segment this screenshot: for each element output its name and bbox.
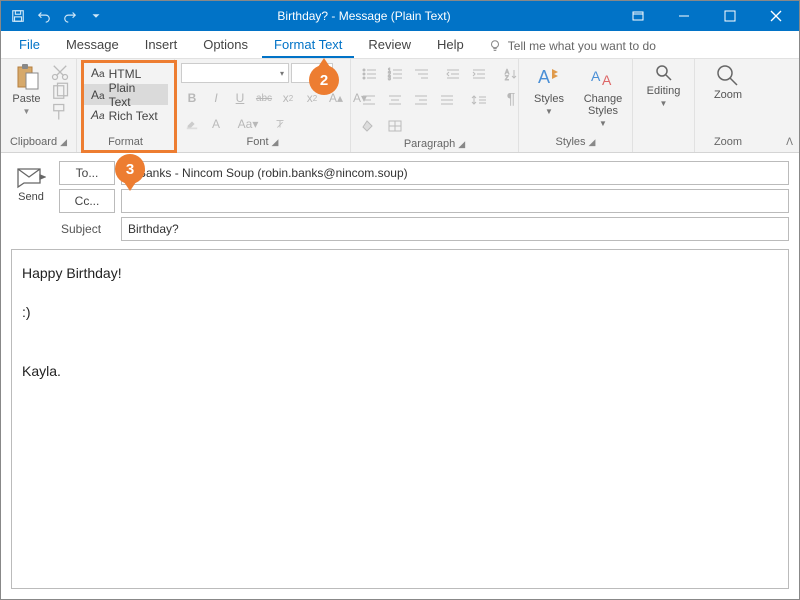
svg-text:Z: Z bbox=[505, 76, 509, 81]
group-font: ▾ ▾ B I U abc x2 x2 A▴ A▾ A Aa▾ bbox=[175, 59, 351, 152]
zoom-button[interactable]: Zoom bbox=[704, 63, 752, 101]
strikethrough-button[interactable]: abc bbox=[253, 87, 275, 109]
shading-button[interactable] bbox=[357, 115, 381, 137]
tab-help[interactable]: Help bbox=[425, 32, 476, 58]
font-launcher-icon[interactable]: ◢ bbox=[272, 137, 279, 148]
tab-format-text[interactable]: Format Text bbox=[262, 32, 354, 58]
cc-field[interactable] bbox=[121, 189, 789, 213]
align-right-button[interactable] bbox=[409, 89, 433, 111]
group-label-paragraph: Paragraph bbox=[404, 138, 455, 150]
paragraph-launcher-icon[interactable]: ◢ bbox=[458, 139, 465, 150]
undo-icon[interactable] bbox=[33, 5, 55, 27]
maximize-icon[interactable] bbox=[707, 1, 753, 31]
decrease-indent-button[interactable] bbox=[441, 63, 465, 85]
quick-access-toolbar bbox=[1, 5, 113, 27]
group-label-zoom: Zoom bbox=[714, 136, 742, 148]
window-title: Birthday? - Message (Plain Text) bbox=[113, 9, 615, 23]
close-icon[interactable] bbox=[753, 1, 799, 31]
format-painter-icon[interactable] bbox=[50, 103, 70, 121]
bold-button[interactable]: B bbox=[181, 87, 203, 109]
send-button[interactable]: Send bbox=[16, 165, 46, 203]
svg-text:A: A bbox=[602, 72, 612, 88]
grow-font-button[interactable]: A▴ bbox=[325, 87, 347, 109]
qat-more-icon[interactable] bbox=[85, 5, 107, 27]
tell-me-placeholder: Tell me what you want to do bbox=[508, 39, 656, 53]
tab-message[interactable]: Message bbox=[54, 32, 131, 58]
group-label-font: Font bbox=[247, 136, 269, 148]
find-icon bbox=[654, 63, 674, 83]
paste-button[interactable]: Paste ▼ bbox=[7, 63, 46, 116]
to-field[interactable]: n Banks - Nincom Soup (robin.banks@ninco… bbox=[121, 161, 789, 185]
group-label-format: Format bbox=[108, 136, 143, 148]
styles-launcher-icon[interactable]: ◢ bbox=[589, 137, 596, 148]
italic-button[interactable]: I bbox=[205, 87, 227, 109]
group-label-clipboard: Clipboard bbox=[10, 136, 57, 148]
tab-file[interactable]: File bbox=[7, 32, 52, 58]
svg-text:A: A bbox=[591, 68, 601, 84]
window-controls bbox=[615, 1, 799, 31]
subject-field[interactable]: Birthday? bbox=[121, 217, 789, 241]
to-button[interactable]: To... bbox=[59, 161, 115, 185]
svg-text:3: 3 bbox=[388, 76, 391, 81]
styles-icon: A bbox=[535, 63, 563, 91]
change-styles-icon: AA bbox=[589, 63, 617, 91]
borders-button[interactable] bbox=[383, 115, 407, 137]
lightbulb-icon bbox=[488, 39, 502, 53]
collapse-ribbon-icon[interactable]: ᐱ bbox=[786, 137, 793, 148]
save-icon[interactable] bbox=[7, 5, 29, 27]
tab-review[interactable]: Review bbox=[356, 32, 423, 58]
highlight-color-button[interactable] bbox=[181, 113, 203, 135]
justify-button[interactable] bbox=[435, 89, 459, 111]
svg-text:A: A bbox=[538, 67, 550, 87]
align-left-button[interactable] bbox=[357, 89, 381, 111]
ribbon-display-icon[interactable] bbox=[615, 1, 661, 31]
group-styles: A Styles▼ AA Change Styles▼ Styles◢ bbox=[519, 59, 633, 152]
minimize-icon[interactable] bbox=[661, 1, 707, 31]
message-body[interactable]: Happy Birthday! :) Kayla. bbox=[11, 249, 789, 589]
paste-icon bbox=[15, 63, 39, 91]
clipboard-launcher-icon[interactable]: ◢ bbox=[60, 137, 67, 148]
group-format: AaHTML AaPlain Text AaRich Text Format bbox=[77, 59, 175, 152]
group-label-styles: Styles bbox=[556, 136, 586, 148]
subscript-button[interactable]: x2 bbox=[277, 87, 299, 109]
multilevel-list-button[interactable] bbox=[409, 63, 433, 85]
bullets-button[interactable] bbox=[357, 63, 381, 85]
group-editing: Editing ▼ . bbox=[633, 59, 695, 152]
tab-options[interactable]: Options bbox=[191, 32, 260, 58]
ribbon: Paste ▼ Clipboard◢ AaHTML AaPlain Text A… bbox=[1, 59, 799, 153]
compose-header: Send To... n Banks - Nincom Soup (robin.… bbox=[1, 153, 799, 241]
format-rich-text-button[interactable]: AaRich Text bbox=[83, 105, 166, 126]
numbering-button[interactable]: 123 bbox=[383, 63, 407, 85]
tell-me-search[interactable]: Tell me what you want to do bbox=[478, 34, 666, 58]
group-zoom: Zoom Zoom bbox=[695, 59, 761, 152]
zoom-icon bbox=[715, 63, 741, 89]
copy-icon[interactable] bbox=[50, 83, 70, 101]
group-paragraph: 123 AZ ¶ Parag bbox=[351, 59, 519, 152]
align-center-button[interactable] bbox=[383, 89, 407, 111]
subject-label: Subject bbox=[59, 217, 115, 241]
group-clipboard: Paste ▼ Clipboard◢ bbox=[1, 59, 77, 152]
redo-icon[interactable] bbox=[59, 5, 81, 27]
cc-button[interactable]: Cc... bbox=[59, 189, 115, 213]
underline-button[interactable]: U bbox=[229, 87, 251, 109]
send-icon bbox=[16, 165, 46, 189]
title-bar: Birthday? - Message (Plain Text) bbox=[1, 1, 799, 31]
change-styles-button[interactable]: AA Change Styles▼ bbox=[579, 63, 627, 128]
change-case-button[interactable]: Aa▾ bbox=[237, 113, 259, 135]
clear-formatting-button[interactable] bbox=[269, 113, 291, 135]
format-plain-text-button[interactable]: AaPlain Text bbox=[83, 84, 168, 105]
tab-insert[interactable]: Insert bbox=[133, 32, 190, 58]
font-family-select[interactable]: ▾ bbox=[181, 63, 289, 83]
ribbon-tabs: File Message Insert Options Format Text … bbox=[1, 31, 799, 59]
editing-button[interactable]: Editing ▼ bbox=[639, 63, 688, 108]
increase-indent-button[interactable] bbox=[467, 63, 491, 85]
cut-icon[interactable] bbox=[50, 63, 70, 81]
font-color-button[interactable]: A bbox=[205, 113, 227, 135]
line-spacing-button[interactable] bbox=[467, 89, 491, 111]
styles-button[interactable]: A Styles▼ bbox=[525, 63, 573, 128]
font-size-select[interactable]: ▾ bbox=[291, 63, 333, 83]
superscript-button[interactable]: x2 bbox=[301, 87, 323, 109]
